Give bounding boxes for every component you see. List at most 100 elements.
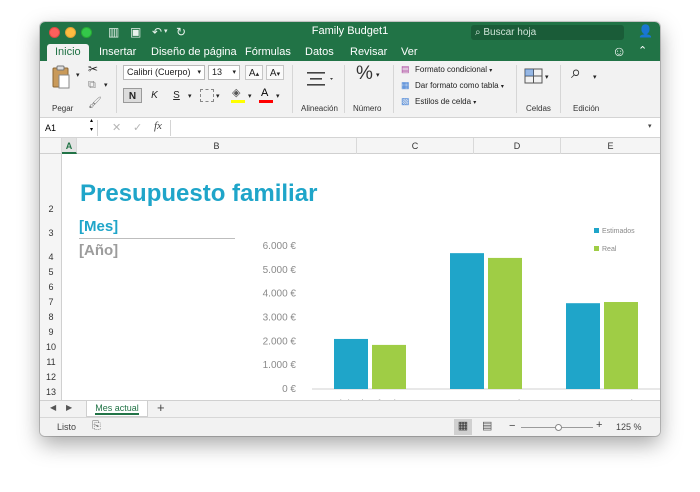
budget-title[interactable]: Presupuesto familiar (80, 180, 317, 208)
sheet-tab-label: Mes actual (95, 403, 139, 415)
page-layout-view-icon[interactable]: ▤ (482, 419, 492, 432)
number-format-button[interactable]: % (356, 63, 373, 85)
tab-insertar[interactable]: Insertar (91, 44, 144, 61)
search-sheet-input[interactable]: ⌕ Buscar hoja (471, 25, 624, 40)
confirm-formula-icon[interactable]: ✓ (133, 121, 142, 134)
bold-button[interactable]: N (123, 88, 142, 103)
column-header-a[interactable]: A (62, 138, 77, 154)
grow-arrow-icon: ▴ (255, 71, 260, 78)
conditional-format-button[interactable]: Formato condicional ▾ (415, 65, 492, 74)
fill-color-dropdown-icon[interactable]: ▾ (248, 92, 252, 100)
formula-input[interactable] (170, 120, 650, 136)
alignment-label: Alineación (301, 104, 338, 113)
shrink-font-button[interactable]: A▾ (266, 65, 284, 80)
bar-real (488, 257, 522, 389)
fill-color-button[interactable]: ◈ (230, 87, 246, 104)
chevron-down-icon: ▾ (197, 69, 201, 76)
bar-estimados (334, 338, 368, 389)
prev-sheet-icon[interactable]: ◀ (50, 403, 56, 412)
name-box-stepper-icon[interactable]: ▴ ▾ (90, 117, 93, 135)
column-header-b[interactable]: B (77, 138, 357, 154)
font-color-button[interactable]: A (258, 87, 274, 104)
underline-dropdown-icon[interactable]: ▾ (188, 92, 192, 100)
row-header[interactable]: 12 (40, 372, 62, 382)
editing-dropdown-icon[interactable]: ▾ (593, 73, 597, 81)
tab-datos[interactable]: Datos (297, 44, 342, 61)
add-user-icon[interactable]: 👤 (638, 24, 653, 38)
italic-button[interactable]: K (145, 88, 164, 103)
cells-dropdown-icon[interactable]: ▾ (545, 73, 549, 81)
search-edit-icon[interactable]: ⌕ (571, 62, 581, 83)
column-header-e[interactable]: E (561, 138, 660, 154)
row-header[interactable]: 3 (40, 228, 62, 238)
budget-chart[interactable]: 0 € 1.000 € 2.000 € 3.000 € 4.000 € 5.000 € 6.… (240, 222, 660, 412)
row-header[interactable]: 8 (40, 312, 62, 322)
chevron-down-icon: ▾ (489, 68, 493, 74)
grow-font-letter: A (248, 68, 256, 79)
column-header-c[interactable]: C (357, 138, 474, 154)
month-cell[interactable]: [Mes] (79, 218, 118, 235)
y-tick-label: 4.000 € (263, 289, 297, 300)
sheet-tab-mes-actual[interactable]: Mes actual (86, 401, 148, 417)
select-all-corner[interactable] (40, 138, 62, 154)
paste-label: Pegar (52, 104, 74, 113)
normal-view-icon[interactable]: ▦ (454, 419, 472, 435)
font-name-select[interactable]: Calibri (Cuerpo) ▾ (123, 65, 205, 80)
insert-function-button[interactable]: fx (154, 120, 162, 132)
shrink-font-letter: A (269, 68, 277, 79)
row-header[interactable]: 11 (40, 357, 62, 367)
grow-font-button[interactable]: A▴ (245, 65, 263, 80)
cancel-formula-icon[interactable]: ✕ (112, 121, 121, 134)
legend-swatch (594, 228, 599, 233)
chevron-down-icon: ▾ (473, 100, 477, 106)
row-header[interactable]: 9 (40, 327, 62, 337)
collapse-ribbon-icon[interactable]: ⌃ (638, 44, 647, 57)
copy-icon[interactable]: ⧉ (88, 79, 96, 92)
number-dropdown-icon[interactable]: ▾ (376, 71, 380, 79)
zoom-slider-thumb[interactable] (555, 424, 562, 431)
format-as-table-button[interactable]: Dar formato como tabla ▾ (415, 81, 504, 90)
row-header[interactable]: 5 (40, 267, 62, 277)
format-painter-icon[interactable]: 🖌 (88, 96, 102, 109)
formula-bar: A1 ▴ ▾ ✕ ✓ fx ▾ (40, 118, 660, 138)
borders-dropdown-icon[interactable]: ▾ (216, 92, 220, 100)
expand-formula-icon[interactable]: ▾ (648, 122, 652, 130)
font-color-dropdown-icon[interactable]: ▾ (276, 92, 280, 100)
row-header[interactable]: 13 (40, 387, 62, 397)
tab-ver[interactable]: Ver (393, 44, 426, 61)
tab-inicio[interactable]: Inicio (47, 44, 89, 61)
cells-button[interactable] (524, 67, 544, 87)
row-header[interactable]: 6 (40, 282, 62, 292)
row-header[interactable]: 4 (40, 252, 62, 262)
feedback-smiley-icon[interactable]: ☺ (612, 43, 626, 59)
cut-icon[interactable]: ✂ (88, 62, 98, 76)
copy-dropdown-icon[interactable]: ▾ (104, 81, 108, 89)
row-header[interactable]: 2 (40, 204, 62, 214)
next-sheet-icon[interactable]: ▶ (66, 403, 72, 412)
column-header-d[interactable]: D (474, 138, 561, 154)
paste-dropdown-icon[interactable]: ▾ (76, 71, 80, 79)
year-cell[interactable]: [Año] (79, 242, 118, 259)
tab-revisar[interactable]: Revisar (342, 44, 395, 61)
zoom-out-button[interactable]: − (509, 420, 515, 432)
ribbon-tabs: Inicio Insertar Diseño de página Fórmula… (40, 42, 660, 61)
column-headers: A B C D E (40, 138, 660, 154)
paste-button[interactable] (52, 65, 70, 89)
row-header[interactable]: 7 (40, 297, 62, 307)
zoom-in-button[interactable]: + (596, 419, 602, 431)
row-header[interactable]: 10 (40, 342, 62, 352)
font-size-select[interactable]: 13 ▾ (208, 65, 240, 80)
add-sheet-button[interactable]: + (157, 400, 165, 415)
name-box[interactable]: A1 ▴ ▾ (40, 117, 98, 136)
worksheet[interactable]: Presupuesto familiar [Mes] [Año] 0 € 1.00… (62, 154, 660, 410)
macro-record-icon[interactable]: ⎘ (92, 420, 101, 433)
tab-diseno-de-pagina[interactable]: Diseño de página (143, 44, 245, 61)
underline-button[interactable]: S (167, 88, 186, 103)
alignment-button[interactable] (305, 69, 335, 93)
search-icon: ⌕ (475, 27, 481, 38)
tab-formulas[interactable]: Fórmulas (237, 44, 299, 61)
y-tick-label: 2.000 € (263, 336, 297, 347)
ribbon-separator (116, 65, 117, 113)
cell-styles-button[interactable]: Estilos de celda ▾ (415, 97, 476, 106)
borders-icon[interactable] (200, 89, 214, 102)
